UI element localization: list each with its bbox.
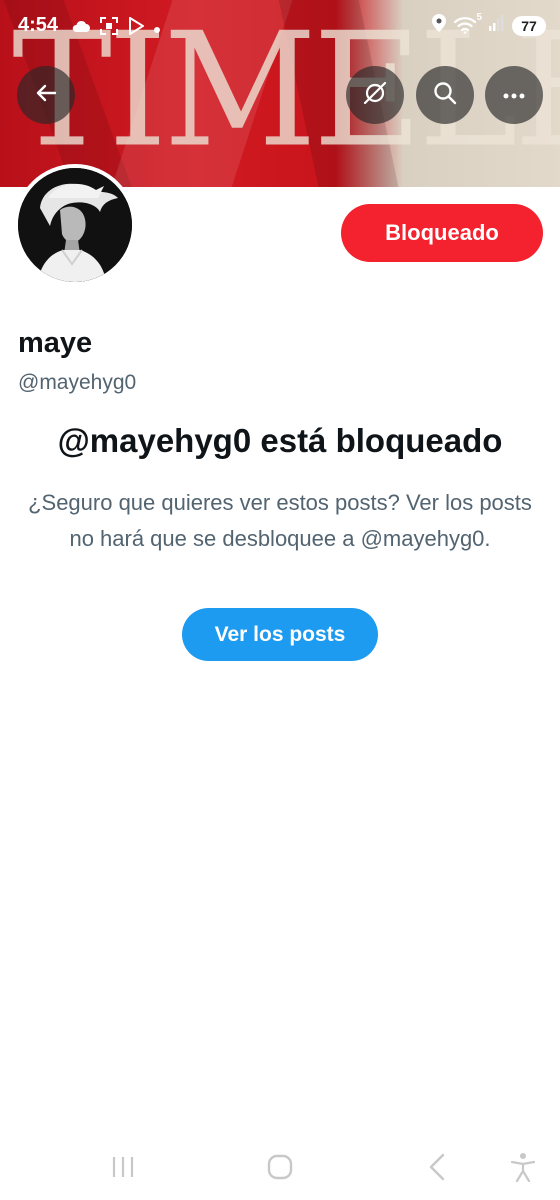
blocked-title: @mayehyg0 está bloqueado bbox=[57, 422, 503, 459]
wifi-badge: 5 bbox=[476, 11, 482, 23]
avatar[interactable] bbox=[14, 164, 136, 286]
status-time: 4:54 bbox=[18, 14, 59, 36]
profile-handle: @mayehyg0 bbox=[18, 371, 137, 394]
search-icon bbox=[433, 81, 457, 110]
screenshot-icon bbox=[100, 17, 118, 40]
view-posts-button[interactable]: Ver los posts bbox=[182, 608, 378, 661]
status-bar: 4:54 5 77 bbox=[0, 0, 560, 52]
signal-icon bbox=[488, 15, 504, 36]
accessibility-icon[interactable] bbox=[506, 1150, 540, 1184]
blocked-button[interactable]: Bloqueado bbox=[341, 204, 543, 262]
grok-button[interactable] bbox=[346, 66, 404, 124]
search-button[interactable] bbox=[416, 66, 474, 124]
home-icon[interactable] bbox=[263, 1150, 297, 1184]
slash-circle-icon bbox=[362, 80, 388, 111]
more-button[interactable] bbox=[485, 66, 543, 124]
play-store-icon bbox=[128, 16, 145, 40]
cloud-icon bbox=[72, 19, 90, 38]
avatar-photo bbox=[18, 168, 132, 282]
back-icon[interactable] bbox=[420, 1150, 454, 1184]
arrow-left-icon bbox=[35, 82, 57, 109]
recent-apps-icon[interactable] bbox=[106, 1150, 140, 1184]
battery-indicator: 77 bbox=[512, 15, 546, 36]
wifi-icon: 5 bbox=[453, 12, 482, 36]
more-horizontal-icon bbox=[503, 86, 525, 104]
location-icon bbox=[432, 14, 446, 37]
dot-icon bbox=[154, 20, 160, 38]
back-button[interactable] bbox=[17, 66, 75, 124]
navigation-bar bbox=[0, 1134, 560, 1200]
blocked-description: ¿Seguro que quieres ver estos posts? Ver… bbox=[28, 490, 532, 551]
profile-name: maye bbox=[18, 327, 93, 359]
